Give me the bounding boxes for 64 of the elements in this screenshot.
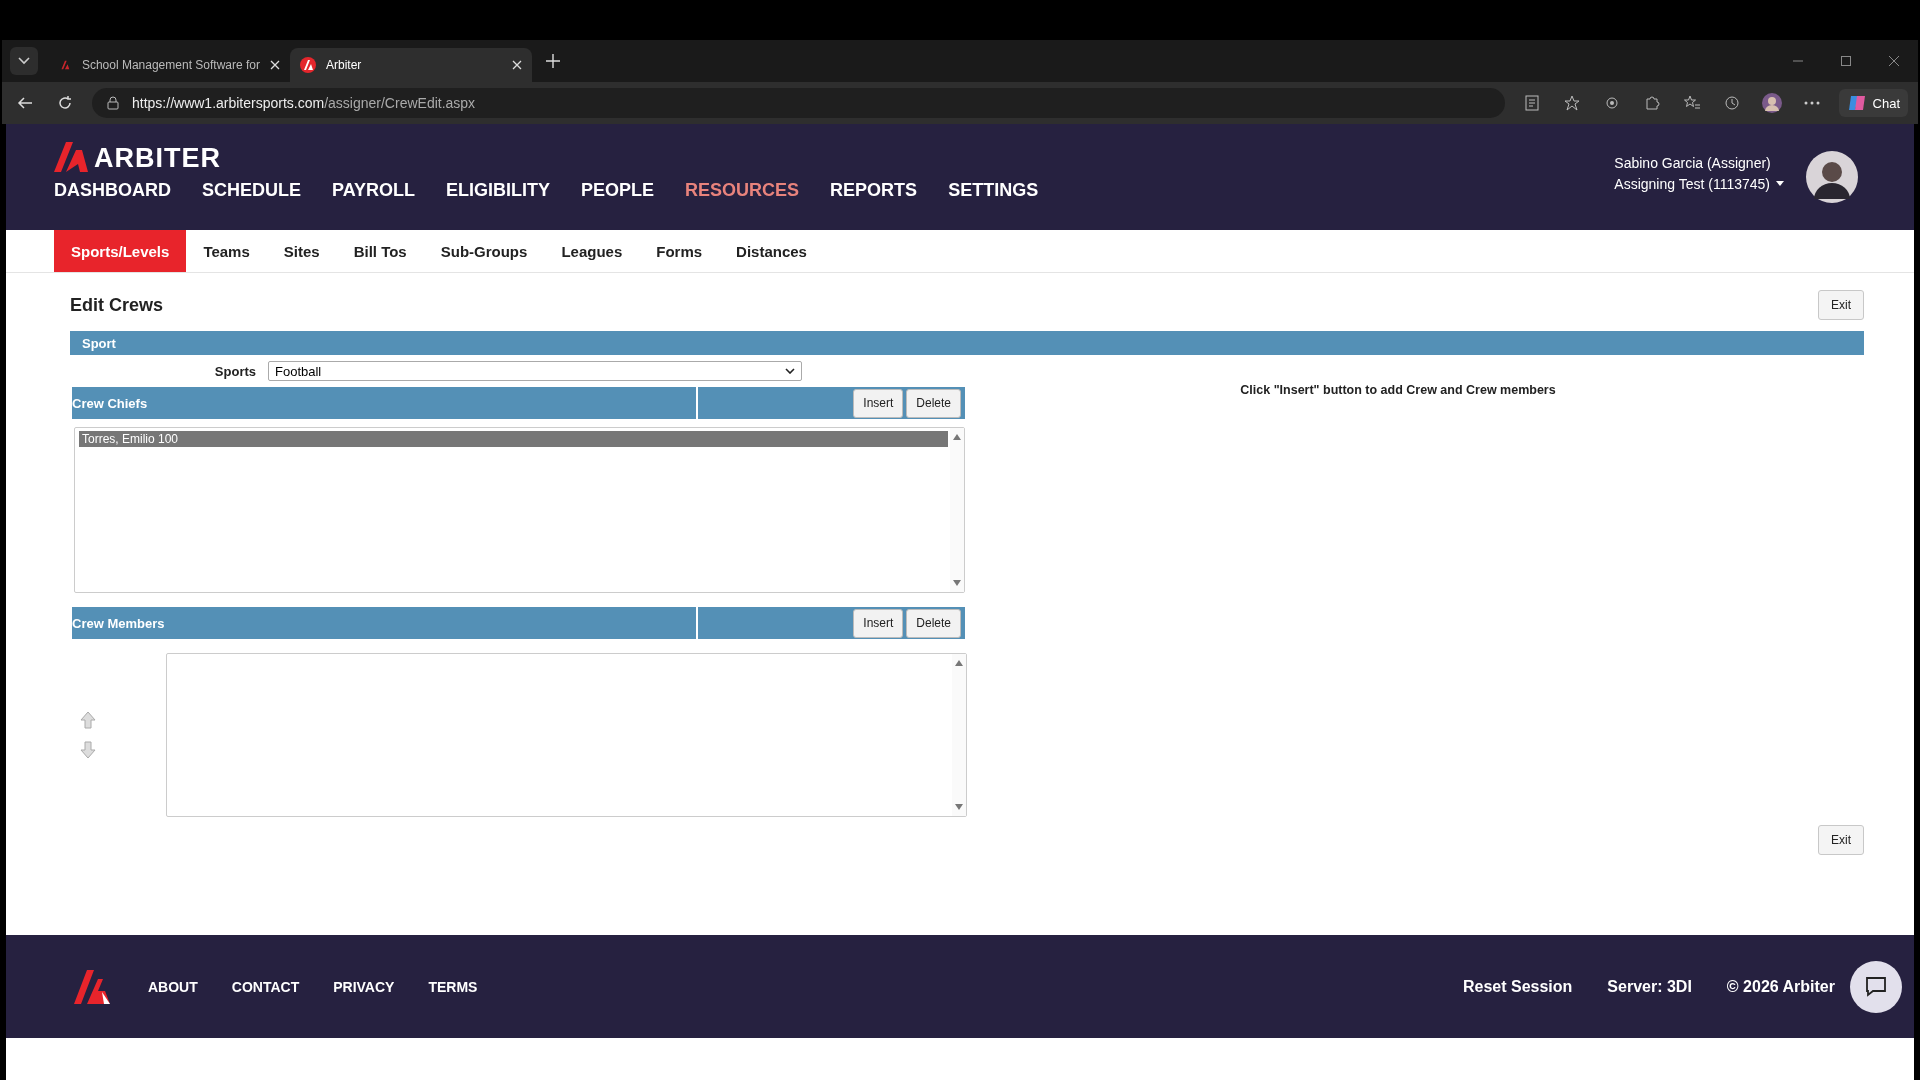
nav-link[interactable]: DASHBOARD <box>54 180 171 201</box>
new-tab-icon[interactable] <box>546 54 560 68</box>
close-icon[interactable] <box>512 60 522 70</box>
user-avatar[interactable] <box>1806 151 1858 203</box>
insert-button[interactable]: Insert <box>853 388 904 418</box>
delete-button[interactable]: Delete <box>906 608 961 638</box>
user-name: Sabino Garcia (Assigner) <box>1614 154 1772 171</box>
scroll-up-icon[interactable] <box>953 434 961 440</box>
logo-icon <box>300 57 316 73</box>
nav-link[interactable]: RESOURCES <box>685 180 800 201</box>
chat-icon <box>1865 975 1887 998</box>
delete-button[interactable]: Delete <box>906 388 961 418</box>
exit-button[interactable]: Exit <box>1818 825 1864 855</box>
exit-button[interactable]: Exit <box>1818 290 1864 320</box>
browser-tab[interactable]: School Management Software for <box>48 48 290 82</box>
close-icon[interactable] <box>270 60 280 70</box>
subnav-tab[interactable]: Sports/Levels <box>54 230 187 272</box>
scrollbar[interactable] <box>952 654 966 816</box>
nav-link[interactable]: SETTINGS <box>948 180 1039 201</box>
copyright-text: © 2026 Arbiter <box>1726 977 1835 996</box>
reset-session-link[interactable]: Reset Session <box>1462 977 1573 996</box>
nav-link[interactable]: PAYROLL <box>332 180 416 201</box>
sports-label: Sports <box>213 363 257 379</box>
scroll-down-icon[interactable] <box>955 804 963 810</box>
subnav-tab[interactable]: Bill Tos <box>336 230 424 272</box>
page-title: Edit Crews <box>70 294 164 316</box>
logo-icon <box>54 142 88 172</box>
sports-dropdown[interactable]: Football <box>268 361 802 381</box>
hint-text: Click "Insert" button to add Crew and Crew members <box>1239 383 1557 397</box>
account-switcher[interactable]: Assigning Test (1113745) <box>1614 175 1784 192</box>
subnav-tab[interactable]: Teams <box>186 230 267 272</box>
browser-tab[interactable]: Arbiter <box>290 48 532 82</box>
subnav-tab[interactable]: Sub-Groups <box>423 230 545 272</box>
chevron-icon <box>785 368 795 374</box>
nav-link[interactable]: ELIGIBILITY <box>446 180 551 201</box>
footer-link[interactable]: TERMS <box>428 978 478 995</box>
subnav-tab[interactable]: Distances <box>719 230 824 272</box>
copilot-icon <box>1846 93 1867 113</box>
logo-text: ARBITER <box>94 144 221 172</box>
server-label: Server: 3DI <box>1607 977 1692 996</box>
nav-link[interactable]: REPORTS <box>830 180 918 201</box>
crew-chiefs-list[interactable]: Torres, Emilio 100 <box>74 427 965 593</box>
list-item[interactable]: Torres, Emilio 100 <box>79 431 948 447</box>
subnav-tab[interactable]: Sites <box>266 230 337 272</box>
footer-link[interactable]: ABOUT <box>148 978 198 995</box>
site-info-icon[interactable] <box>106 96 120 110</box>
scrollbar[interactable] <box>950 428 964 592</box>
insert-button[interactable]: Insert <box>853 608 904 638</box>
crew-chiefs-title: Crew Chiefs <box>72 387 698 419</box>
chat-button[interactable] <box>1850 960 1902 1013</box>
footer-link[interactable]: PRIVACY <box>333 978 395 995</box>
subnav-tab[interactable]: Leagues <box>544 230 640 272</box>
caret-icon <box>1776 181 1784 186</box>
footer-link[interactable]: CONTACT <box>231 978 300 995</box>
chat-button[interactable]: Chat <box>1838 89 1908 117</box>
address-field[interactable]: https://www1.arbitersports.com/assigner/CrewEdit.aspx <box>92 88 1505 118</box>
crew-members-title: Crew Members <box>72 607 698 639</box>
nav-link[interactable]: PEOPLE <box>581 180 655 201</box>
scroll-down-icon[interactable] <box>953 580 961 586</box>
section-header: Sport <box>70 331 1864 355</box>
scroll-up-icon[interactable] <box>955 660 963 666</box>
nav-link[interactable]: SCHEDULE <box>202 180 301 201</box>
subnav-tab[interactable]: Forms <box>639 230 720 272</box>
tab-list-icon[interactable] <box>10 47 38 75</box>
